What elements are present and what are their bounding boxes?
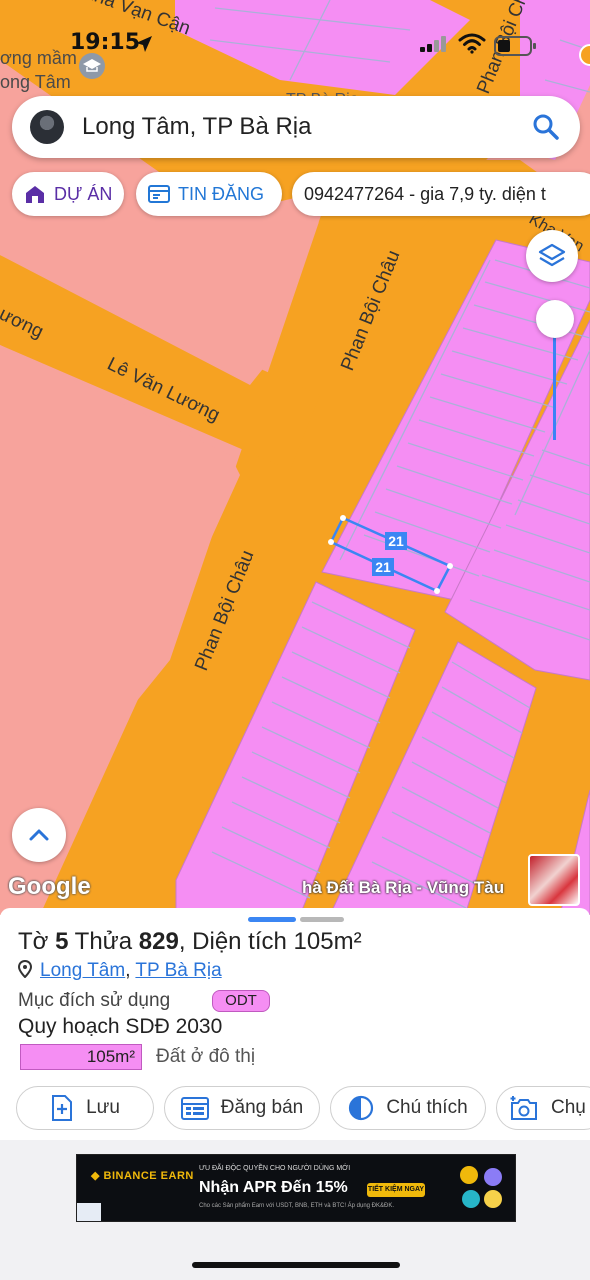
capture-button-label: Chụ	[551, 1097, 586, 1118]
legend-button-label: Chú thích	[386, 1097, 468, 1118]
city-link[interactable]: TP Bà Rịa	[135, 960, 221, 981]
sheet-number: 5	[55, 928, 69, 955]
contrast-half-circle-icon	[349, 1095, 374, 1121]
layers-icon	[538, 243, 566, 267]
map-attribution: hà Đất Bà Rịa - Vũng Tàu	[302, 878, 505, 897]
save-button[interactable]: Lưu	[16, 1086, 154, 1130]
ad-brand: ◆ BINANCE EARN	[91, 1170, 194, 1182]
sheet-page-indicator[interactable]	[300, 917, 344, 922]
chip-listing-label: 0942477264 - gia 7,9 ty. diện t	[304, 183, 546, 204]
add-photo-icon	[510, 1096, 537, 1120]
parcel-info-sheet: Tờ 5 Thửa 829, Diện tích 105m² Long Tâm,…	[0, 908, 590, 1140]
post-sale-button[interactable]: Đăng bán	[164, 1086, 320, 1130]
capture-button[interactable]: Chụ	[496, 1086, 590, 1130]
seller-thumbnail[interactable]	[528, 854, 580, 906]
post-sale-button-label: Đăng bán	[220, 1097, 304, 1118]
legend-button[interactable]: Chú thích	[330, 1086, 486, 1130]
poi-label-line2: ong Tâm	[0, 72, 71, 92]
wifi-icon	[458, 33, 486, 54]
status-time: 19:15	[70, 30, 141, 55]
plan-area-bar: 105m²	[20, 1044, 142, 1070]
ad-headline: Nhận APR Đến 15%	[199, 1179, 348, 1196]
cellular-signal-icon	[420, 36, 446, 52]
chip-tin-dang-label: TIN ĐĂNG	[178, 183, 265, 204]
opacity-slider-knob[interactable]	[536, 300, 574, 338]
chip-du-an-label: DỰ ÁN	[54, 183, 113, 204]
location-pin-icon	[18, 960, 32, 978]
title-prefix: Tờ	[18, 928, 49, 955]
ad-fine-print: Cho các Sản phẩm Earn với USDT, BNB, ETH…	[199, 1203, 395, 1209]
search-query-text[interactable]: Long Tâm, TP Bà Rịa	[82, 113, 311, 141]
parcel-address: Long Tâm, TP Bà Rịa	[18, 960, 222, 982]
home-indicator[interactable]	[192, 1262, 400, 1268]
ward-link[interactable]: Long Tâm	[40, 960, 125, 981]
parcel-number: 829	[138, 928, 179, 955]
calendar-list-icon	[180, 1097, 209, 1120]
ad-tagline: ƯU ĐÃI ĐỘC QUYỀN CHO NGƯỜI DÙNG MỚI	[199, 1165, 351, 1172]
adchoices-icon[interactable]	[77, 1203, 101, 1221]
expand-up-button[interactable]	[12, 808, 66, 862]
crypto-coins-icon	[460, 1166, 502, 1208]
chevron-up-icon	[29, 829, 49, 841]
plan-land-type: Đất ở đô thị	[156, 1046, 256, 1067]
purpose-label: Mục đích sử dụng	[18, 990, 171, 1011]
status-bar: 19:15	[0, 28, 590, 62]
parcel-word: Thửa	[74, 928, 133, 955]
parcel-label-2: 21	[375, 559, 391, 575]
chip-du-an[interactable]: DỰ ÁN	[12, 172, 124, 216]
opacity-slider-track[interactable]	[553, 330, 556, 440]
location-arrow-icon	[136, 36, 152, 52]
user-avatar[interactable]	[30, 110, 64, 144]
layers-button[interactable]	[526, 230, 578, 282]
listing-card-icon	[148, 185, 170, 203]
plan-title: Quy hoạch SDĐ 2030	[18, 1015, 223, 1038]
ad-banner[interactable]: ◆ BINANCE EARN ƯU ĐÃI ĐỘC QUYỀN CHO NGƯỜ…	[76, 1154, 516, 1222]
address-separator: ,	[125, 960, 131, 981]
purpose-badge: ODT	[212, 990, 270, 1012]
save-doc-icon	[52, 1095, 73, 1121]
sheet-page-indicator-active[interactable]	[248, 917, 296, 922]
house-icon	[26, 186, 44, 203]
parcel-title: Tờ 5 Thửa 829, Diện tích 105m²	[18, 928, 362, 956]
search-bar[interactable]: Long Tâm, TP Bà Rịa	[12, 96, 580, 158]
parcel-label-1: 21	[388, 533, 404, 549]
chip-listing[interactable]: 0942477264 - gia 7,9 ty. diện t	[292, 172, 590, 216]
search-icon[interactable]	[532, 113, 560, 141]
save-button-label: Lưu	[86, 1097, 120, 1118]
google-logo: Google	[8, 873, 91, 900]
ad-area: ◆ BINANCE EARN ƯU ĐÃI ĐỘC QUYỀN CHO NGƯỜ…	[0, 1140, 590, 1280]
chip-tin-dang[interactable]: TIN ĐĂNG	[136, 172, 282, 216]
battery-icon	[494, 36, 536, 56]
parcel-area-text: , Diện tích 105m²	[178, 928, 362, 955]
ad-cta-button[interactable]: TIẾT KIỆM NGAY	[367, 1183, 425, 1197]
